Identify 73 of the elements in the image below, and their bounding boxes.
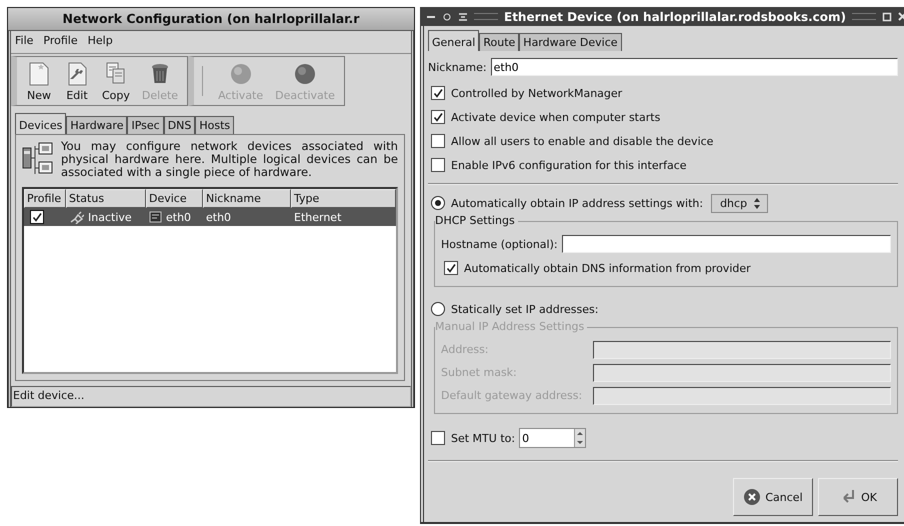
tab[interactable]: Hardware [66,116,128,134]
menu-item[interactable]: File [15,34,34,50]
table-cell: Inactive [88,210,132,224]
checkbox[interactable] [431,158,445,172]
cancel-button[interactable]: Cancel [733,478,813,516]
maximize-icon [882,12,892,22]
checkbox[interactable] [431,86,445,100]
checkbox-label: Enable IPv6 configuration for this interface [451,158,687,172]
title-grip[interactable] [474,13,498,20]
window-title: Network Configuration (on halrloprillalar.r [8,8,414,31]
method-dropdown[interactable]: dhcp [711,194,768,212]
tab[interactable]: Route [479,33,520,51]
check-icon [445,262,457,274]
checkbox[interactable] [30,210,44,224]
check-icon [31,211,43,223]
cancel-icon [743,488,762,506]
checkbox[interactable] [431,431,445,445]
group-title: DHCP Settings [435,214,518,227]
column-header[interactable]: Profile [24,189,66,208]
field-label: Hostname (optional): [441,238,558,250]
field-label: Nickname: [428,60,487,74]
checkbox-label: Activate device when computer starts [451,110,660,124]
checkbox[interactable] [444,261,458,275]
field-label: Address: [441,343,490,356]
radio-label: Statically set IP addresses: [451,302,598,316]
nickname-field[interactable]: eth0 [490,58,898,76]
circle-icon [442,12,452,22]
new-button[interactable]: New [21,61,57,102]
plug-icon [69,210,84,224]
column-header[interactable]: Type [291,189,396,208]
checkbox[interactable] [431,110,445,124]
copy-button[interactable]: Copy [97,61,135,102]
network-hardware-icon [22,140,53,176]
column-header[interactable]: Nickname [203,189,291,208]
group-title: Manual IP Address Settings [435,320,588,333]
tab[interactable]: Hosts [195,116,234,134]
title-grip[interactable] [852,13,876,20]
mtu-spin-field[interactable]: 0 [519,428,586,448]
checkbox-label: Allow all users to enable and disable the device [451,134,714,148]
menu-item[interactable]: Profile [43,34,78,50]
checkbox[interactable] [431,134,445,148]
column-header[interactable]: Device [146,189,203,208]
edit-button[interactable]: Edit [59,61,95,102]
radio-button[interactable] [431,196,445,210]
field-label: Default gateway address: [441,389,584,402]
table-cell: Ethernet [294,210,342,224]
check-icon [432,87,444,99]
menu-item[interactable]: Help [88,34,113,50]
status-bar: Edit device... [11,386,411,407]
window-title: Ethernet Device (on halrloprillalar.rodsbooks.com) [504,10,846,24]
tab[interactable]: DNS [164,116,196,134]
checkbox-label: Controlled by NetworkManager [451,86,622,100]
checkbox-label: Automatically obtain DNS information from provider [464,262,751,274]
network-card-icon [149,210,162,224]
tab[interactable]: General [428,30,480,51]
spinner-arrows-icon [575,429,586,447]
ok-button[interactable]: OK [818,478,898,516]
radio-button[interactable] [431,302,445,316]
checkbox-label: Set MTU to: [451,432,516,444]
tab[interactable]: Hardware Device [519,33,622,51]
table-row[interactable]: Inactive eth0 eth0 Ethernet [24,208,396,226]
hostname-field[interactable] [562,235,891,253]
tab[interactable]: Devices [15,113,66,134]
column-header[interactable]: Status [66,189,146,208]
table-cell: eth0 [166,210,192,224]
tab[interactable]: IPsec [127,116,164,134]
table-cell: eth0 [206,210,232,224]
shade-icon [458,12,468,22]
spinner-arrows-icon [753,196,762,210]
radio-label: Automatically obtain IP address settings with: [451,196,704,210]
field-label: Subnet mask: [441,366,518,379]
check-icon [432,111,444,123]
description-text: You may configure network devices associated with physical hardware here. Multiple logical devices can be associated with a single piece of hardware. [61,140,398,179]
